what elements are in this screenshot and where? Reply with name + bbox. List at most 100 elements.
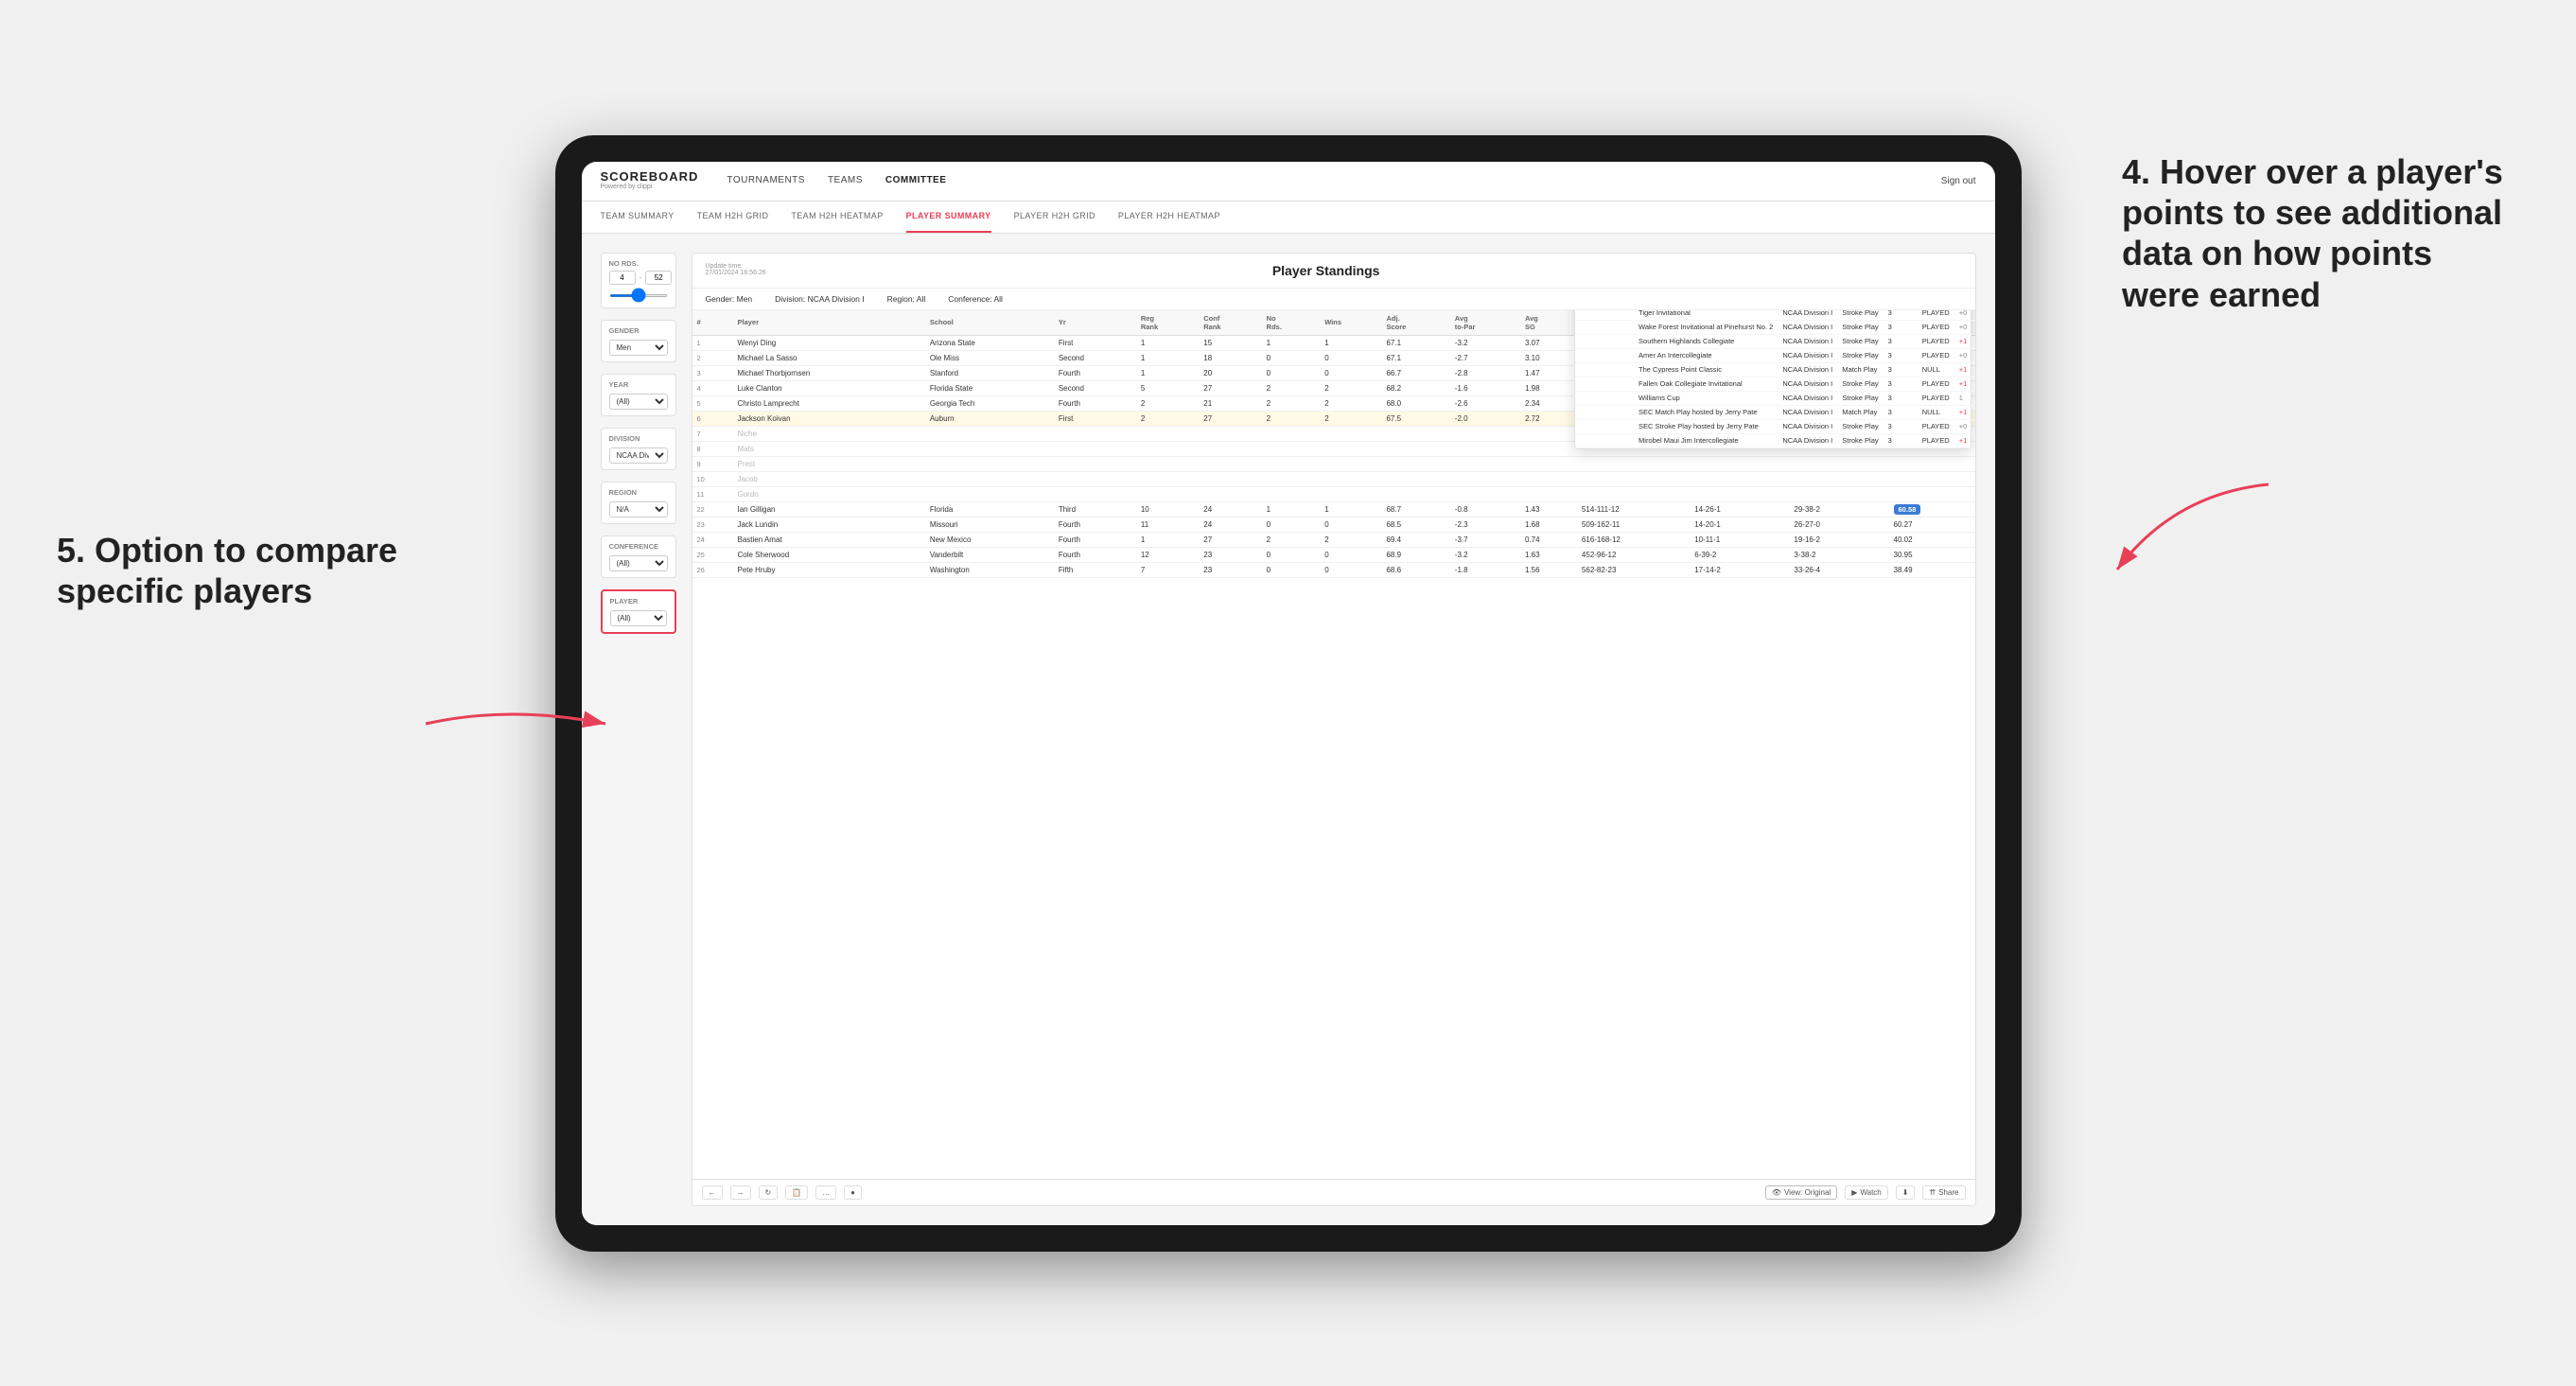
update-time: Update time: 27/01/2024 16:56:26 xyxy=(706,263,766,276)
tooltip-row: Southern Highlands Collegiate NCAA Divis… xyxy=(1575,334,1975,348)
cell-no-rds: 1 xyxy=(1262,335,1321,350)
filter-row: Gender: Men Division: NCAA Division I Re… xyxy=(692,289,1975,310)
logo-area: SCOREBOARD Powered by clippi xyxy=(601,170,699,191)
right-panel: Update time: 27/01/2024 16:56:26 Player … xyxy=(692,253,1976,1206)
cell-wins: 1 xyxy=(1320,335,1381,350)
view-icon: 👁 xyxy=(1772,1188,1781,1197)
nav-left: SCOREBOARD Powered by clippi TOURNAMENTS… xyxy=(601,170,947,191)
clock-btn[interactable]: ● xyxy=(844,1185,862,1200)
filter-region: Region: All xyxy=(887,294,926,304)
cell-rank: 1 xyxy=(692,335,733,350)
th-conf-rank: ConfRank xyxy=(1199,310,1261,336)
sign-out-link[interactable]: Sign out xyxy=(1941,176,1976,186)
nav-right: Sign out xyxy=(1941,176,1976,186)
filter-group-region: Region N/A xyxy=(601,482,676,524)
table-row: 11 Gordo xyxy=(692,486,1975,501)
filter-division: Division: NCAA Division I xyxy=(775,294,864,304)
annotation-5: 5. Option to compare specific players xyxy=(57,530,416,611)
refresh-btn[interactable]: ↻ xyxy=(759,1185,779,1200)
division-select[interactable]: NCAA Division I xyxy=(609,447,668,464)
th-to-par: Avgto-Par xyxy=(1450,310,1520,336)
filter-group-division: Division NCAA Division I xyxy=(601,428,676,470)
top-nav: SCOREBOARD Powered by clippi TOURNAMENTS… xyxy=(582,162,1995,202)
nav-link-tournaments[interactable]: TOURNAMENTS xyxy=(727,171,805,189)
more-btn[interactable]: … xyxy=(815,1185,836,1200)
th-rank: # xyxy=(692,310,733,336)
th-yr: Yr xyxy=(1054,310,1136,336)
table-container: # Player School Yr RegRank ConfRank NoRd… xyxy=(692,310,1975,1179)
nav-links: TOURNAMENTS TEAMS COMMITTEE xyxy=(727,171,946,189)
gender-select[interactable]: Men xyxy=(609,340,668,356)
sub-nav: TEAM SUMMARY TEAM H2H GRID TEAM H2H HEAT… xyxy=(582,202,1995,234)
tooltip-row: SEC Stroke Play hosted by Jerry Pate NCA… xyxy=(1575,419,1975,433)
download-btn[interactable]: ⬇ xyxy=(1896,1185,1916,1200)
copy-btn[interactable]: 📋 xyxy=(785,1185,808,1200)
forward-btn[interactable]: → xyxy=(730,1185,751,1200)
panel-title: Player Standings xyxy=(766,263,1886,278)
sub-nav-player-h2h-grid[interactable]: PLAYER H2H GRID xyxy=(1014,202,1095,233)
cell-reg-rank: 1 xyxy=(1136,335,1199,350)
division-label: Division xyxy=(609,434,668,443)
nav-link-committee[interactable]: COMMITTEE xyxy=(885,171,947,189)
cell-school: Arizona State xyxy=(925,335,1054,350)
watch-btn[interactable]: ▶ Watch xyxy=(1845,1185,1888,1200)
filter-group-player: Player (All) xyxy=(601,589,676,634)
logo-sub: Powered by clippi xyxy=(601,184,699,191)
tablet-frame: SCOREBOARD Powered by clippi TOURNAMENTS… xyxy=(555,135,2022,1252)
range-separator: - xyxy=(640,273,642,282)
no-rds-min[interactable] xyxy=(609,271,636,285)
cell-adj-score: 67.1 xyxy=(1381,335,1449,350)
table-row: 26 Pete Hruby Washington Fifth 7 23 0 0 … xyxy=(692,562,1975,577)
year-select[interactable]: (All) xyxy=(609,394,668,410)
sub-nav-team-h2h-heatmap[interactable]: TEAM H2H HEATMAP xyxy=(791,202,883,233)
tablet-screen: SCOREBOARD Powered by clippi TOURNAMENTS… xyxy=(582,162,1995,1225)
back-btn[interactable]: ← xyxy=(702,1185,723,1200)
cell-avg-sg: 3.07 xyxy=(1520,335,1577,350)
tooltip-row: Williams Cup NCAA Division I Stroke Play… xyxy=(1575,391,1975,405)
player-select[interactable]: (All) xyxy=(610,610,667,626)
conference-select[interactable]: (All) xyxy=(609,555,668,571)
view-original-btn[interactable]: 👁 View: Original xyxy=(1765,1185,1837,1200)
table-row: 22 Ian Gilligan Florida Third 10 24 1 1 … xyxy=(692,501,1975,517)
filter-group-year: Year (All) xyxy=(601,374,676,416)
year-label: Year xyxy=(609,380,668,389)
gender-label: Gender xyxy=(609,326,668,335)
no-rds-max[interactable] xyxy=(645,271,672,285)
th-no-rds: NoRds. xyxy=(1262,310,1321,336)
th-avg-sg: AvgSG xyxy=(1520,310,1577,336)
region-select[interactable]: N/A xyxy=(609,501,668,518)
cell-yr: First xyxy=(1054,335,1136,350)
nav-link-teams[interactable]: TEAMS xyxy=(828,171,863,189)
table-row: 9 Prest xyxy=(692,456,1975,471)
no-rds-section: No Rds. - xyxy=(601,253,676,308)
sub-nav-team-summary[interactable]: TEAM SUMMARY xyxy=(601,202,675,233)
share-icon: ⇈ xyxy=(1929,1188,1936,1197)
region-label: Region xyxy=(609,488,668,497)
share-label: Share xyxy=(1938,1188,1958,1197)
th-reg-rank: RegRank xyxy=(1136,310,1199,336)
table-row: 10 Jacob xyxy=(692,471,1975,486)
th-wins: Wins xyxy=(1320,310,1381,336)
th-player: Player xyxy=(732,310,924,336)
annotation-4: 4. Hover over a player's points to see a… xyxy=(2122,151,2519,315)
sub-nav-player-summary[interactable]: PLAYER SUMMARY xyxy=(906,202,991,233)
range-inputs: - xyxy=(609,271,668,285)
logo-text: SCOREBOARD xyxy=(601,170,699,184)
sub-nav-player-h2h-heatmap[interactable]: PLAYER H2H HEATMAP xyxy=(1118,202,1220,233)
no-rds-slider[interactable] xyxy=(609,294,668,297)
filter-conference: Conference: All xyxy=(948,294,1003,304)
sub-nav-team-h2h-grid[interactable]: TEAM H2H GRID xyxy=(697,202,769,233)
cell-to-par: -3.2 xyxy=(1450,335,1520,350)
th-school: School xyxy=(925,310,1054,336)
filter-group-conference: Conference (All) xyxy=(601,535,676,578)
table-row: 25 Cole Sherwood Vanderbilt Fourth 12 23… xyxy=(692,547,1975,562)
arrow-4-svg xyxy=(2098,475,2287,588)
panel-header: Update time: 27/01/2024 16:56:26 Player … xyxy=(692,254,1975,289)
cell-conf-rank: 15 xyxy=(1199,335,1261,350)
bottom-toolbar: ← → ↻ 📋 … ● 👁 View: Original ▶ Watch xyxy=(692,1179,1975,1205)
tooltip-table: Player Event Event Division Event Type R… xyxy=(1575,310,1975,448)
th-adj-score: Adj.Score xyxy=(1381,310,1449,336)
tooltip-popup: Jackson Koivan Player Event Event Divisi… xyxy=(1574,310,1971,449)
tooltip-row: Amer An Intercollegiate NCAA Division I … xyxy=(1575,348,1975,362)
share-btn[interactable]: ⇈ Share xyxy=(1922,1185,1965,1200)
